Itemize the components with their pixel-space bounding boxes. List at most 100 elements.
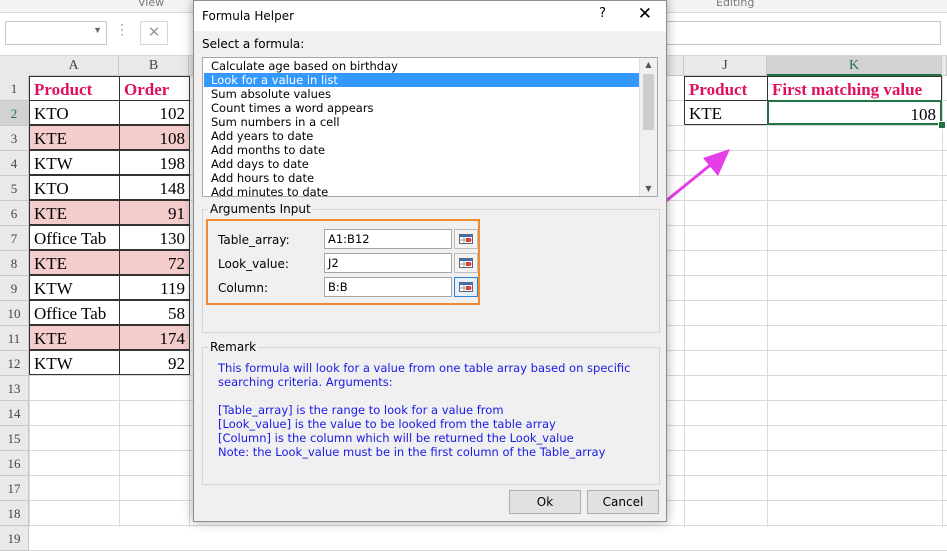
row-header-19[interactable]: 19 xyxy=(0,526,29,551)
table-array-input[interactable]: A1:B12 xyxy=(324,229,452,249)
table-cell-product[interactable]: KTO xyxy=(29,175,120,200)
column-header-k[interactable]: K xyxy=(767,56,942,76)
row-header-3[interactable]: 3 xyxy=(0,126,29,151)
listbox-scrollbar[interactable]: ▲ ▼ xyxy=(639,58,657,196)
chevron-down-icon[interactable]: ▼ xyxy=(93,25,102,35)
row-header-7[interactable]: 7 xyxy=(0,226,29,251)
remark-line: [Column] is the column which will be ret… xyxy=(218,431,574,445)
ribbon-group-editing-label: Editing xyxy=(716,0,755,9)
gridline xyxy=(684,76,685,527)
gridline xyxy=(942,76,943,527)
formula-helper-dialog: Formula Helper ? ✕ Select a formula: Cal… xyxy=(193,0,667,522)
close-icon[interactable]: ✕ xyxy=(638,4,652,24)
scroll-up-icon[interactable]: ▲ xyxy=(640,58,657,72)
formula-listbox[interactable]: Calculate age based on birthday Look for … xyxy=(202,57,658,197)
table-cell-product[interactable]: KTE xyxy=(29,325,120,350)
scroll-down-icon[interactable]: ▼ xyxy=(640,182,657,196)
table-cell-order[interactable]: 174 xyxy=(119,325,190,350)
fill-handle[interactable] xyxy=(938,121,946,129)
gridline xyxy=(767,76,768,527)
row-header-6[interactable]: 6 xyxy=(0,201,29,226)
help-button[interactable]: ? xyxy=(599,6,606,21)
formula-list-item[interactable]: Add years to date xyxy=(204,129,639,143)
column-input[interactable]: B:B xyxy=(324,277,452,297)
row-header-10[interactable]: 10 xyxy=(0,301,29,326)
look-value-input[interactable]: J2 xyxy=(324,253,452,273)
table-cell-product[interactable]: KTE xyxy=(29,125,120,150)
name-box[interactable]: ▼ xyxy=(5,21,107,45)
table-array-label: Table_array: xyxy=(218,233,290,247)
column-range-button[interactable] xyxy=(454,277,478,297)
scroll-thumb[interactable] xyxy=(643,74,654,130)
arrow-head xyxy=(703,149,730,176)
dialog-title: Formula Helper xyxy=(202,9,295,23)
table-cell-order[interactable]: 130 xyxy=(119,225,190,250)
formula-list-item[interactable]: Sum numbers in a cell xyxy=(204,115,639,129)
table-cell-order[interactable]: 108 xyxy=(119,125,190,150)
row-header-15[interactable]: 15 xyxy=(0,426,29,451)
formula-input[interactable] xyxy=(650,21,941,45)
remark-line: searching criteria. Arguments: xyxy=(218,375,393,389)
row-header-5[interactable]: 5 xyxy=(0,176,29,201)
table-cell-product[interactable]: KTE xyxy=(29,200,120,225)
column-header-a[interactable]: A xyxy=(29,56,119,76)
formula-list-item[interactable]: Add minutes to date xyxy=(204,185,639,196)
table-cell-order[interactable]: 148 xyxy=(119,175,190,200)
cell-a1[interactable]: Product xyxy=(29,76,120,101)
row-header-11[interactable]: 11 xyxy=(0,326,29,351)
table-cell-order[interactable]: 102 xyxy=(119,100,190,125)
cell-b1[interactable]: Order xyxy=(119,76,190,101)
column-header-b[interactable]: B xyxy=(119,56,189,76)
remark-group-title: Remark xyxy=(208,340,259,354)
table-array-range-button[interactable] xyxy=(454,229,478,249)
table-cell-product[interactable]: KTW xyxy=(29,350,120,375)
table-cell-product[interactable]: KTW xyxy=(29,150,120,175)
ribbon-group-view-label: View xyxy=(138,0,165,9)
table-cell-order[interactable]: 198 xyxy=(119,150,190,175)
formula-cancel-button[interactable]: ✕ xyxy=(140,21,168,45)
formula-list-item[interactable]: Calculate age based on birthday xyxy=(204,59,639,73)
dialog-titlebar[interactable]: Formula Helper ? ✕ xyxy=(194,1,666,31)
remark-line: [Look_value] is the value to be looked f… xyxy=(218,417,556,431)
cell-k1[interactable]: First matching value xyxy=(767,76,942,101)
table-cell-product[interactable]: Office Tab xyxy=(29,300,120,325)
column-label: Column: xyxy=(218,281,268,295)
row-header-14[interactable]: 14 xyxy=(0,401,29,426)
formula-list-item[interactable]: Add hours to date xyxy=(204,171,639,185)
table-cell-order[interactable]: 91 xyxy=(119,200,190,225)
row-header-1[interactable]: 1 xyxy=(0,76,29,101)
row-header-17[interactable]: 17 xyxy=(0,476,29,501)
table-cell-product[interactable]: KTO xyxy=(29,100,120,125)
remark-line: Note: the Look_value must be in the firs… xyxy=(218,445,606,459)
table-cell-product[interactable]: Office Tab xyxy=(29,225,120,250)
cancel-button[interactable]: Cancel xyxy=(587,490,659,514)
cell-j2[interactable]: KTE xyxy=(684,100,768,125)
formula-list-item[interactable]: Look for a value in list xyxy=(204,73,639,87)
row-header-8[interactable]: 8 xyxy=(0,251,29,276)
ok-button[interactable]: Ok xyxy=(509,490,581,514)
table-cell-product[interactable]: KTE xyxy=(29,250,120,275)
row-header-12[interactable]: 12 xyxy=(0,351,29,376)
row-header-13[interactable]: 13 xyxy=(0,376,29,401)
table-cell-order[interactable]: 58 xyxy=(119,300,190,325)
table-cell-order[interactable]: 72 xyxy=(119,250,190,275)
formula-list-item[interactable]: Count times a word appears xyxy=(204,101,639,115)
select-all-corner[interactable] xyxy=(0,56,30,77)
look-value-range-button[interactable] xyxy=(454,253,478,273)
row-header-16[interactable]: 16 xyxy=(0,451,29,476)
select-formula-label: Select a formula: xyxy=(202,37,305,51)
cell-k2-selected[interactable]: 108 xyxy=(767,100,942,125)
formula-list-item[interactable]: Sum absolute values xyxy=(204,87,639,101)
row-header-9[interactable]: 9 xyxy=(0,276,29,301)
table-cell-order[interactable]: 119 xyxy=(119,275,190,300)
column-header-j[interactable]: J xyxy=(684,56,767,76)
cell-j1[interactable]: Product xyxy=(684,76,768,101)
formula-list-item[interactable]: Add days to date xyxy=(204,157,639,171)
row-header-4[interactable]: 4 xyxy=(0,151,29,176)
row-header-18[interactable]: 18 xyxy=(0,501,29,526)
table-cell-product[interactable]: KTW xyxy=(29,275,120,300)
look-value-label: Look_value: xyxy=(218,257,289,271)
formula-list-item[interactable]: Add months to date xyxy=(204,143,639,157)
table-cell-order[interactable]: 92 xyxy=(119,350,190,375)
row-header-2[interactable]: 2 xyxy=(0,101,29,126)
